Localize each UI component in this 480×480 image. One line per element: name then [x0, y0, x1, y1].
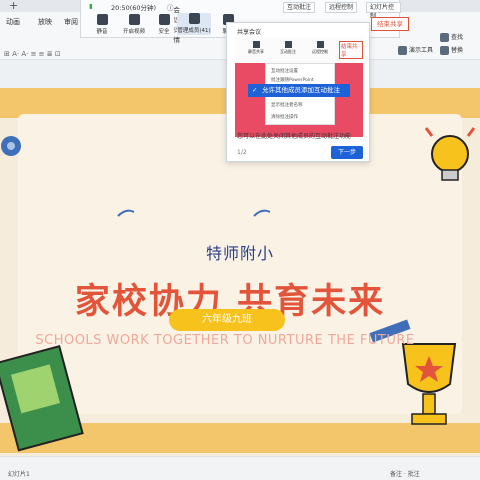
remote-control-button[interactable]: 远程控制: [325, 2, 358, 13]
ribbon-format-icons[interactable]: ⊞ A· A· ≡ ≡ ≣ ⊡: [4, 50, 61, 58]
slide-indicator: 幻灯片1: [8, 471, 30, 478]
presentation-tools-button[interactable]: 演示工具: [398, 45, 433, 55]
trophy-icon: [401, 343, 457, 425]
popup-page-indicator: 1/2: [237, 149, 247, 156]
menu-tab-animation[interactable]: 动画: [6, 17, 20, 27]
preview-tool-annotate: 互动批注: [277, 41, 299, 55]
preview-menu-item: 互动批注设置: [271, 69, 298, 74]
preview-menu-item: 显示批注者名称: [271, 103, 303, 108]
manage-members-button[interactable]: 管理成员(41): [177, 13, 211, 35]
title-accent-marks: [117, 209, 271, 217]
popup-description: 您可以在此处关闭其他成员的互动批注功能: [237, 133, 352, 140]
allow-annotation-label: 允许其他成员添加互动批注: [262, 86, 340, 94]
preview-toolbar: 静音共享 互动批注 远程控制 结束共享: [235, 37, 363, 63]
slide-control-button[interactable]: 幻灯片控制: [366, 2, 401, 20]
menu-tab-slideshow[interactable]: 放映: [38, 17, 52, 27]
camera-icon: [128, 14, 140, 25]
school-name: 特师附小: [205, 244, 274, 263]
notes-comments-toggle[interactable]: 备注 · 批注: [390, 469, 420, 478]
search-icon: [440, 33, 449, 42]
annotate-icon: [284, 41, 292, 48]
check-icon: ✓: [252, 86, 258, 94]
end-share-button[interactable]: 结束共享: [371, 17, 409, 31]
meeting-status-row: ▮ 20:50(60分钟) ⓘ 会议详情 互动批注 远程控制 幻灯片控制: [81, 0, 401, 44]
mute-button[interactable]: 静音: [87, 14, 117, 35]
signal-icon: ▮: [89, 2, 93, 10]
security-button[interactable]: 安全: [149, 14, 179, 35]
shield-icon: [158, 14, 170, 25]
preview-tool-mute: 静音共享: [245, 41, 267, 55]
lightbulb-icon: [424, 127, 476, 181]
new-tab-button[interactable]: +: [9, 0, 18, 12]
compass-icon: [1, 136, 21, 156]
menu-tab-review[interactable]: 审阅: [64, 17, 78, 27]
presentation-icon: [398, 46, 407, 55]
next-button[interactable]: 下一步: [331, 146, 363, 159]
meeting-timer: 20:50(60分钟): [111, 4, 157, 12]
popup-title: 共享会议: [237, 29, 262, 36]
preview-tool-remote: 远程控制: [309, 41, 331, 55]
replace-button[interactable]: 替换: [440, 45, 463, 55]
allow-annotation-option[interactable]: ✓ 允许其他成员添加互动批注: [248, 84, 350, 97]
preview-end-share: 结束共享: [339, 41, 363, 59]
book-icon: [0, 345, 84, 452]
interactive-annotation-button[interactable]: 互动批注: [283, 2, 316, 13]
class-label: 六年级九班: [169, 309, 285, 331]
meeting-info-link[interactable]: ⓘ 会议详情: [167, 2, 180, 44]
members-icon: [188, 13, 200, 24]
mute-icon: [252, 41, 260, 48]
preview-menu-item: 批注跟随PowerPoint: [271, 78, 314, 83]
slide-subline: SCHOOLS WORK TOGETHER TO NURTURE THE FUT…: [35, 333, 415, 348]
preview-menu-item: 清除批注操作: [271, 115, 298, 120]
replace-icon: [440, 46, 449, 55]
microphone-icon: [96, 14, 108, 25]
status-bar: 幻灯片1 备注 · 批注: [0, 456, 480, 480]
remote-icon: [316, 41, 324, 48]
find-button[interactable]: 查找: [440, 32, 463, 42]
video-button[interactable]: 开启视频: [119, 14, 149, 35]
